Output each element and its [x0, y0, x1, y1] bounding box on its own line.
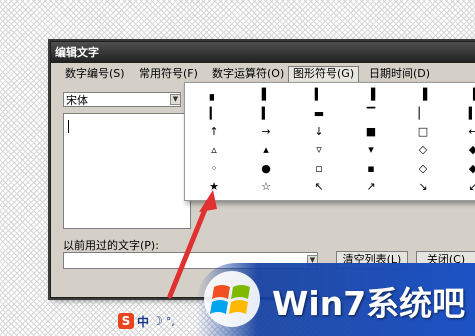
moon-icon[interactable]: ☽ — [152, 314, 163, 328]
symbol-cell[interactable]: ▍ — [463, 106, 475, 121]
watermark-text: Win7系统吧 — [272, 284, 466, 323]
sogou-logo-icon[interactable]: S — [118, 313, 134, 329]
symbol-cell[interactable]: ▔ — [361, 106, 381, 121]
symbol-cell[interactable]: ◆ — [463, 161, 475, 176]
menu-date-time[interactable]: 日期时间(D) — [365, 66, 434, 82]
symbol-cell[interactable]: ▬ — [309, 106, 329, 121]
symbol-cell[interactable]: ▫ — [309, 161, 329, 176]
symbol-cell[interactable]: ↑ — [204, 124, 224, 139]
ime-toolbar[interactable]: S 中 ☽ °, — [118, 311, 175, 331]
symbol-cell[interactable]: ◦ — [204, 161, 224, 176]
symbol-cell[interactable]: ▿ — [309, 142, 329, 157]
symbol-cell[interactable]: ↗ — [361, 179, 381, 194]
symbol-cell[interactable]: ▾ — [361, 142, 381, 157]
symbol-cell[interactable]: ↓ — [309, 124, 329, 139]
symbol-category-menu: 数字编号(S) 常用符号(F) 数字运算符(O) 图形符号(G) 日期时间(D) — [55, 66, 475, 84]
symbol-cell[interactable]: ▖ — [204, 87, 224, 102]
menu-math-operators[interactable]: 数字运算符(O) — [208, 66, 288, 82]
symbol-cell[interactable]: ▐ — [413, 87, 433, 102]
symbol-cell[interactable]: ▍ — [256, 106, 276, 121]
symbol-cell[interactable]: ▏ — [413, 106, 433, 121]
symbol-cell[interactable]: ▍ — [309, 87, 329, 102]
symbol-cell[interactable]: ▎ — [204, 106, 224, 121]
symbol-cell[interactable]: ☆ — [256, 179, 276, 194]
font-select[interactable]: 宋体 — [63, 92, 181, 107]
symbol-cell[interactable]: ▌ — [256, 87, 276, 102]
symbol-cell[interactable]: ◇ — [413, 161, 433, 176]
symbol-cell[interactable]: ▵ — [204, 142, 224, 157]
symbol-cell[interactable]: ▴ — [256, 142, 276, 157]
site-watermark: Win7系统吧 — [196, 263, 475, 336]
symbol-cell[interactable]: ● — [256, 161, 276, 176]
symbol-cell-star-selected[interactable]: ★ — [204, 179, 224, 194]
symbol-cell[interactable]: ↘ — [413, 179, 433, 194]
symbol-cell[interactable]: → — [256, 124, 276, 139]
symbol-cell[interactable]: ↙ — [463, 179, 475, 194]
symbol-cell[interactable]: ▐ — [361, 87, 381, 102]
symbol-cell[interactable]: ← — [463, 124, 475, 139]
text-caret — [68, 120, 69, 133]
symbol-cell[interactable]: ◇ — [413, 142, 433, 157]
symbol-cell[interactable]: ↖ — [309, 179, 329, 194]
text-input-area[interactable] — [63, 113, 191, 229]
symbol-cell[interactable]: ▐ — [463, 87, 475, 102]
symbol-cell[interactable]: ◆ — [463, 142, 475, 157]
dialog-title: 编辑文字 — [51, 42, 475, 63]
punctuation-toggle[interactable]: °, — [166, 315, 175, 328]
ime-language-toggle[interactable]: 中 — [137, 313, 149, 330]
symbol-cell[interactable]: ▪ — [361, 161, 381, 176]
symbol-cell[interactable]: ■ — [361, 124, 381, 139]
graphic-symbols-panel: ▖ ▌ ▍ ▐ ▐ ▐ ▎ ▍ ▬ ▔ ▏ ▍ ↑ → ↓ ■ □ ← ▵ ▴ … — [184, 82, 475, 201]
history-label: 以前用过的文字(P): — [63, 239, 159, 252]
chevron-down-icon[interactable]: ▼ — [170, 94, 181, 105]
symbol-cell[interactable]: □ — [413, 124, 433, 139]
menu-number-numbering[interactable]: 数字编号(S) — [61, 66, 129, 82]
menu-common-symbols[interactable]: 常用符号(F) — [135, 66, 202, 82]
windows-logo-icon — [204, 271, 260, 327]
